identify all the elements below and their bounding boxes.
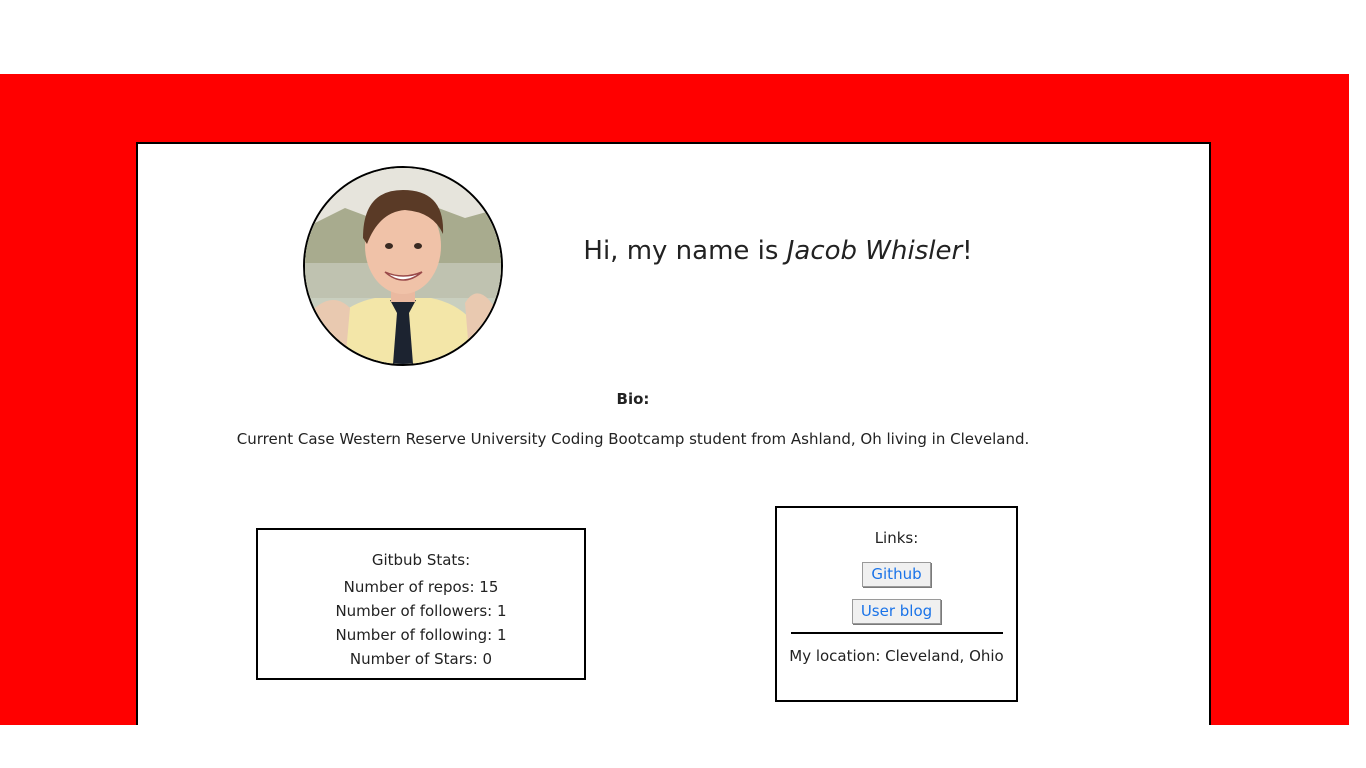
greeting-heading: Hi, my name is Jacob Whisler! [538,236,1018,266]
location-text: My location: Cleveland, Ohio [789,647,1004,665]
greeting-prefix: Hi, my name is [583,236,787,266]
user-blog-link-button[interactable]: User blog [851,599,942,624]
greeting-suffix: ! [962,236,973,266]
bio-title: Bio: [616,390,650,408]
links-divider [790,632,1003,634]
links-title: Links: [874,529,919,547]
stat-stars: Number of Stars: 0 [349,650,493,668]
avatar-photo [305,168,501,364]
stat-following: Number of following: 1 [335,626,507,644]
stats-title: Gitbub Stats: [371,551,471,569]
profile-card: Hi, my name is Jacob Whisler! Bio: Curre… [136,142,1211,725]
bio-text: Current Case Western Reserve University … [236,430,1030,448]
links-box: Links: Github User blog My location: Cle… [775,506,1018,702]
profile-avatar [303,166,503,366]
github-link-button[interactable]: Github [862,562,931,587]
github-stats-box: Gitbub Stats: Number of repos: 15 Number… [256,528,586,680]
stat-followers: Number of followers: 1 [335,602,507,620]
user-name: Jacob Whisler [786,236,963,266]
stat-repos: Number of repos: 15 [343,578,499,596]
